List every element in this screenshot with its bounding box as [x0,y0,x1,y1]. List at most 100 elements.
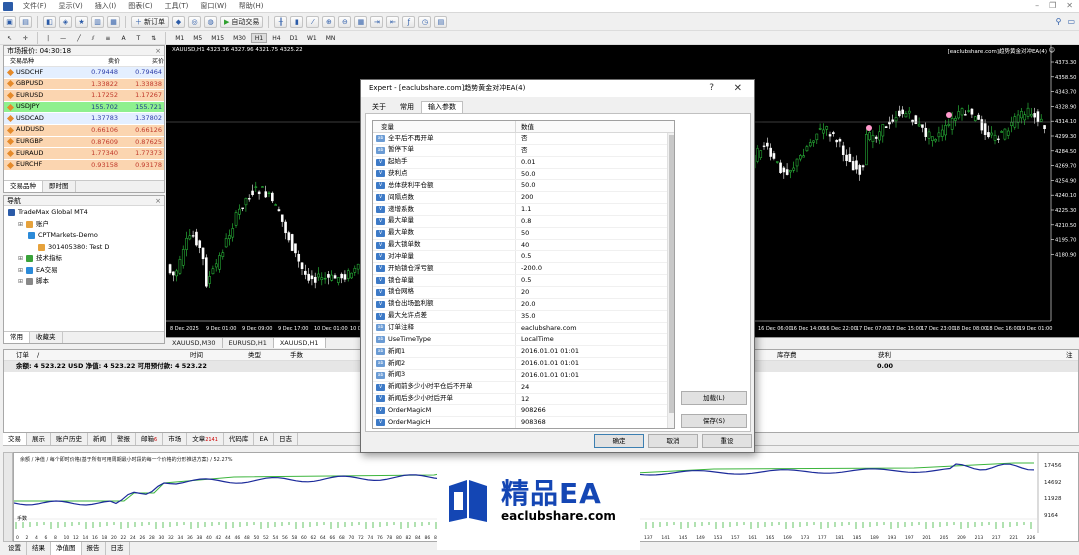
parameter-row[interactable]: V 总体获利平仓额 50.0 [373,180,674,193]
parameter-row[interactable]: V 对冲单量 0.5 [373,251,674,264]
menu-item[interactable]: 文件(F) [17,1,53,11]
parameter-row[interactable]: V 间隔点数 200 [373,192,674,205]
market-watch-row[interactable]: USDCAD 1.37783 1.37802 [4,113,164,125]
timeframe-button[interactable]: MN [322,33,340,43]
tester-tab[interactable]: 结果 [27,542,51,555]
parameter-row[interactable]: V 起始手 0.01 [373,156,674,169]
parameter-row[interactable]: V OrderMagicM 908266 [373,405,674,418]
market-watch-row[interactable]: USDCHF 0.79448 0.79464 [4,67,164,79]
chart-tab[interactable]: XAUUSD,H1 [273,338,326,348]
chat-icon[interactable]: ▭ [1067,17,1075,26]
terminal-tab[interactable]: EA [254,433,274,445]
parameter-row[interactable]: V 锁仓单量 0.5 [373,275,674,287]
profiles-icon[interactable]: ▤ [19,15,32,28]
market-watch-row[interactable]: EURUSD 1.17252 1.17267 [4,90,164,102]
terminal-tab[interactable]: 交易 [3,433,27,445]
label-icon[interactable]: T [133,33,145,43]
cancel-button[interactable]: 取消 [648,434,698,448]
navigator-item[interactable]: TradeMax Global MT4 [4,207,164,219]
tab-about[interactable]: 关于 [365,101,393,113]
terminal-tab[interactable]: 新闻 [88,433,112,445]
terminal-tab[interactable]: 账户历史 [51,433,88,445]
meta-editor-icon[interactable]: ◆ [172,15,185,28]
tab-symbols[interactable]: 交易品种 [4,181,43,192]
crosshair-icon[interactable]: ✛ [19,33,32,43]
ok-button[interactable]: 确定 [594,434,644,448]
menu-item[interactable]: 窗口(W) [194,1,232,11]
tab-tick-chart[interactable]: 即时图 [43,181,76,192]
parameter-row[interactable]: ab UseTimeType LocalTime [373,334,674,347]
close-icon[interactable]: × [155,196,161,206]
fibonacci-icon[interactable]: ≡ [101,33,114,43]
indicators-icon[interactable]: ƒ [402,15,416,28]
parameter-row[interactable]: ab 新闻3 2016.01.01 01:01 [373,369,674,382]
market-watch-row[interactable]: EURGBP 0.87609 0.87625 [4,136,164,149]
arrows-icon[interactable]: ⇅ [147,33,160,43]
parameter-row[interactable]: ab 新闻1 2016.01.01 01:01 [373,346,674,359]
cursor-icon[interactable]: ↖ [3,33,16,43]
parameter-row[interactable]: V 开始锁仓浮亏额 -200.0 [373,263,674,276]
tab-inputs[interactable]: 输入参数 [421,101,463,113]
terminal-icon[interactable]: ▥ [91,15,104,28]
vertical-line-icon[interactable]: | [43,33,53,43]
parameter-row[interactable]: V 最大允许点差 35.0 [373,310,674,323]
reset-button[interactable]: 重设 [702,434,752,448]
parameter-row[interactable]: ab 全平后不再开单否 [373,133,674,145]
parameter-row[interactable]: V 新闻后多少小时后开单 12 [373,393,674,406]
parameter-row[interactable]: V 锁仓网格 20 [373,286,674,299]
help-button[interactable]: ? [709,80,714,97]
candlestick-icon[interactable]: ▮ [290,15,304,28]
trendline-icon[interactable]: ╱ [73,33,85,43]
parameter-row[interactable]: V 最大单量 0.8 [373,215,674,228]
terminal-tab[interactable]: 警报 [112,433,136,445]
navigator-item[interactable]: CPTMarkets-Demo [4,230,164,242]
new-order-button[interactable]: ＋新订单 [131,15,169,28]
menu-item[interactable]: 插入(I) [89,1,123,11]
data-window-icon[interactable]: ◈ [59,15,72,28]
zoom-out-icon[interactable]: ⊖ [338,15,352,28]
community-icon[interactable]: ◎ [188,15,201,28]
parameters-scrollbar[interactable] [667,133,674,428]
market-watch-row[interactable]: GBPUSD 1.33822 1.33838 [4,78,164,91]
navigator-item[interactable]: ⊞ EA交易 [4,265,164,277]
tester-tab[interactable]: 报告 [82,542,106,555]
signals-icon[interactable]: ◍ [204,15,217,28]
new-chart-icon[interactable]: ▣ [3,15,16,28]
tab-favorites[interactable]: 收藏夹 [30,332,63,343]
parameter-row[interactable]: V OrderMagicH 908368 [373,417,674,428]
text-icon[interactable]: A [117,33,129,43]
timeframe-button[interactable]: D1 [286,33,302,43]
parameter-row[interactable]: V 锁仓出场盈利额 20.0 [373,298,674,311]
tile-windows-icon[interactable]: ▦ [354,15,368,28]
load-button[interactable]: 加载(L) [681,391,747,405]
autoscroll-icon[interactable]: ⇥ [370,15,384,28]
terminal-tab[interactable]: 代码库 [224,433,255,445]
close-button[interactable]: ✕ [734,80,742,97]
navigator-item[interactable]: 301405380: Test D [4,242,164,254]
market-watch-row[interactable]: EURAUD 1.77340 1.77373 [4,148,164,160]
chart-tab[interactable]: XAUUSD,M30 [166,338,223,348]
expand-icon[interactable]: ⊞ [18,276,23,288]
timeframe-button[interactable]: H4 [268,33,284,43]
tester-tab[interactable]: 设置 [3,542,27,555]
timeframe-button[interactable]: M30 [229,33,250,43]
zoom-in-icon[interactable]: ⊕ [322,15,336,28]
terminal-tab[interactable]: 文章2141 [187,433,224,445]
tester-tab[interactable]: 日志 [106,542,130,555]
expand-icon[interactable]: ⊞ [18,265,23,277]
market-watch-row[interactable]: USDJPY 155.702 155.721 [4,101,164,114]
minimize-icon[interactable]: – [1035,1,1039,10]
terminal-tab[interactable]: 日志 [274,433,298,445]
line-chart-icon[interactable]: ⁄ [306,15,320,28]
market-watch-row[interactable]: AUDUSD 0.66106 0.66126 [4,124,164,137]
tester-icon[interactable]: ▦ [107,15,120,28]
parameter-row[interactable]: ab 新闻2 2016.01.01 01:01 [373,358,674,370]
menu-item[interactable]: 图表(C) [122,1,158,11]
parameter-row[interactable]: V 最大单数 50 [373,227,674,240]
chart-shift-icon[interactable]: ⇤ [386,15,400,28]
timeframe-button[interactable]: M1 [171,33,188,43]
market-watch-row[interactable]: EURCHF 0.93158 0.93178 [4,159,164,172]
parameter-row[interactable]: V 获利点 50.0 [373,168,674,181]
parameter-row[interactable]: V 最大锁单数 40 [373,239,674,252]
timeframe-button[interactable]: M15 [207,33,228,43]
